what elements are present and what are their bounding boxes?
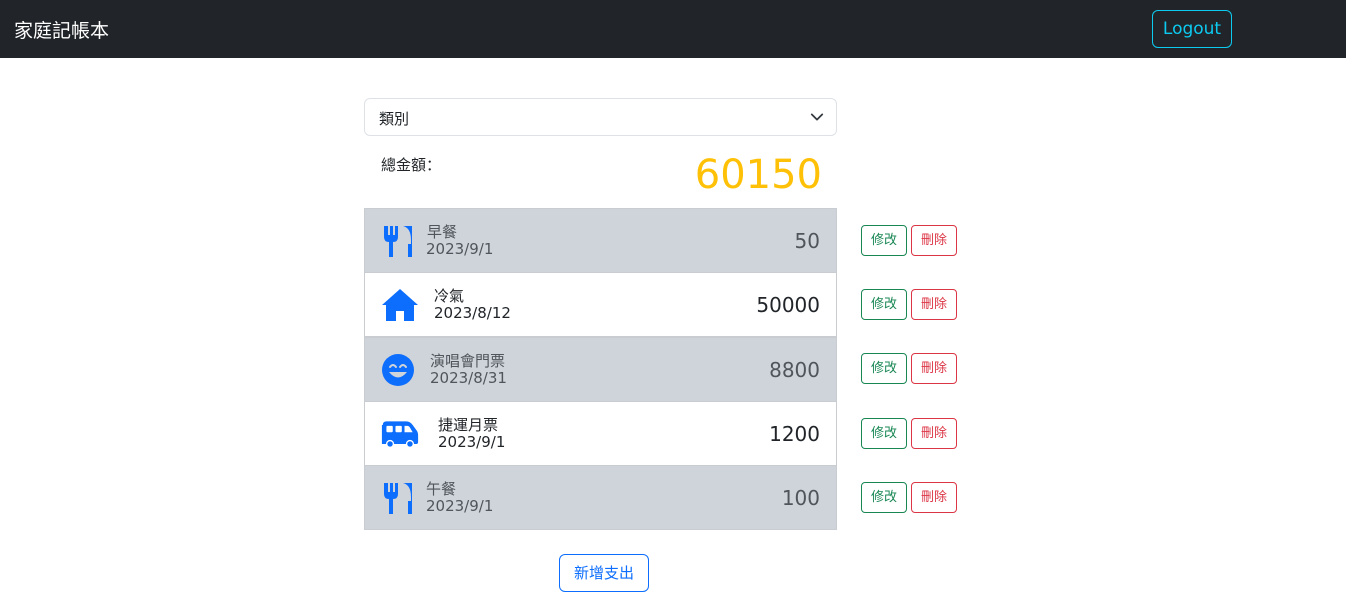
app-title[interactable]: 家庭記帳本 (14, 16, 109, 43)
category-select[interactable]: 類別 (364, 98, 837, 136)
edit-button[interactable]: 修改 (861, 482, 907, 513)
expense-name: 冷氣 (434, 287, 465, 305)
expense-row: 演唱會門票 2023/8/31 8800 (364, 337, 837, 402)
house-icon (382, 289, 418, 321)
expense-amount: 50000 (756, 293, 820, 317)
expense-name: 捷運月票 (438, 416, 499, 434)
add-expense-button[interactable]: 新增支出 (559, 554, 649, 592)
chevron-down-icon (810, 113, 824, 121)
expense-amount: 100 (781, 486, 820, 510)
total-label: 總金額： (381, 156, 442, 174)
expense-amount: 50 (794, 229, 820, 253)
logout-button[interactable]: Logout (1152, 10, 1232, 48)
delete-button[interactable]: 刪除 (911, 418, 957, 449)
edit-button[interactable]: 修改 (861, 225, 907, 256)
expense-date: 2023/9/1 (438, 433, 506, 451)
smile-icon (382, 354, 414, 386)
expense-row: 午餐 2023/9/1 100 (364, 465, 837, 530)
expense-date: 2023/8/12 (434, 304, 511, 322)
expense-row: 早餐 2023/9/1 50 (364, 208, 837, 273)
delete-button[interactable]: 刪除 (911, 353, 957, 384)
edit-button[interactable]: 修改 (861, 289, 907, 320)
delete-button[interactable]: 刪除 (911, 482, 957, 513)
expense-row: 冷氣 2023/8/12 50000 (364, 272, 837, 337)
expense-name: 早餐 (427, 223, 458, 241)
expense-date: 2023/9/1 (426, 240, 494, 258)
utensils-icon (384, 483, 412, 514)
expense-date: 2023/8/31 (430, 369, 507, 387)
navbar: 家庭記帳本 Logout (0, 0, 1346, 58)
utensils-icon (384, 226, 412, 257)
delete-button[interactable]: 刪除 (911, 289, 957, 320)
expense-amount: 8800 (769, 358, 820, 382)
expense-name: 演唱會門票 (430, 352, 506, 370)
expense-date: 2023/9/1 (426, 497, 494, 515)
expense-name: 午餐 (426, 480, 457, 498)
delete-button[interactable]: 刪除 (911, 225, 957, 256)
expense-row: 捷運月票 2023/9/1 1200 (364, 401, 837, 466)
category-select-value: 類別 (379, 110, 410, 128)
van-icon (381, 421, 419, 449)
edit-button[interactable]: 修改 (861, 353, 907, 384)
total-amount: 60150 (694, 152, 822, 198)
expense-amount: 1200 (769, 422, 820, 446)
edit-button[interactable]: 修改 (861, 418, 907, 449)
